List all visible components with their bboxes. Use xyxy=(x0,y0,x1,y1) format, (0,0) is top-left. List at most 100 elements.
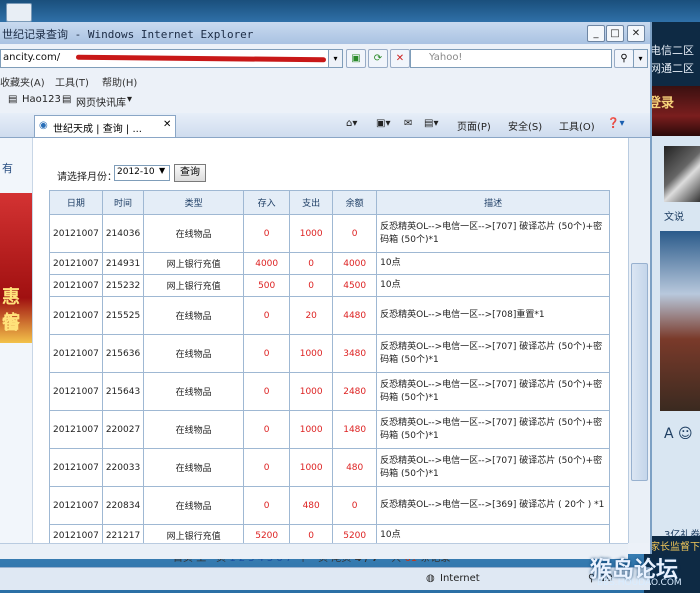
rss-icon[interactable]: ▣▾ xyxy=(376,118,390,129)
vertical-scrollbar[interactable] xyxy=(628,138,649,543)
table-row: 20121007 214931 网上银行充值 4000 0 4000 10点 xyxy=(49,252,611,275)
fav-webslice-icon[interactable]: ▤ xyxy=(62,94,71,105)
table-row: 20121007 215525 在线物品 0 20 4480 反恐精英OL-->电信一区--… xyxy=(49,296,611,335)
footer-text: 家长监督下 xyxy=(650,542,700,553)
month-select[interactable]: 2012-10 ▼ xyxy=(114,165,170,181)
table-cell: 0 xyxy=(243,334,291,373)
column-header: 描述 xyxy=(376,190,611,215)
app-icon[interactable] xyxy=(6,3,32,22)
query-button[interactable]: 查询 xyxy=(174,164,206,182)
table-cell: 0 xyxy=(243,448,291,487)
table-row: 20121007 214036 在线物品 0 1000 0 反恐精英OL-->电信一区-->… xyxy=(49,214,611,253)
table-cell: 480 xyxy=(332,448,378,487)
search-icon[interactable]: ⚲ xyxy=(614,49,634,68)
print-icon[interactable]: ▤▾ xyxy=(424,118,438,129)
server-item-2[interactable]: 网通二区 xyxy=(650,60,694,76)
compat-icon[interactable]: ▣ xyxy=(346,49,366,68)
table-cell: 0 xyxy=(289,274,334,297)
table-cell: 在线物品 xyxy=(143,486,245,525)
horizontal-scrollbar[interactable] xyxy=(0,543,628,559)
menu-cmd-tools[interactable]: 工具(O) xyxy=(559,118,595,133)
help-icon[interactable]: ❓▾ xyxy=(607,118,624,129)
game-image xyxy=(660,231,700,411)
server-item-1[interactable]: 电信二区 xyxy=(650,42,694,58)
menu-bar: 收藏夹(A) 工具(T) 帮助(H) xyxy=(0,71,650,89)
fav-webslice[interactable]: 网页快讯库 xyxy=(76,94,126,109)
maximize-button[interactable]: □ xyxy=(606,25,624,42)
table-cell: 20121007 xyxy=(49,274,103,297)
stop-icon[interactable]: ✕ xyxy=(390,49,410,68)
left-column: 有 惠香 倌 xyxy=(0,138,33,543)
mail-icon[interactable]: ✉ xyxy=(404,118,412,129)
table-cell: 214931 xyxy=(101,252,145,275)
address-dropdown[interactable]: ▾ xyxy=(328,49,343,68)
table-cell: 0 xyxy=(243,486,291,525)
table-row: 20121007 220027 在线物品 0 1000 1480 反恐精英OL-->电信一区… xyxy=(49,410,611,449)
window-title: 世纪记录查询 - Windows Internet Explorer xyxy=(2,28,254,41)
table-cell: 反恐精英OL-->电信一区-->[708]重置*1 xyxy=(376,296,611,335)
menu-tools[interactable]: 工具(T) xyxy=(55,74,89,89)
table-cell: 网上银行充值 xyxy=(143,252,245,275)
menu-help[interactable]: 帮助(H) xyxy=(102,74,137,89)
left-label: 有 xyxy=(2,162,13,175)
font-icon[interactable]: A ☺ xyxy=(664,426,693,442)
menu-safety[interactable]: 安全(S) xyxy=(508,118,542,133)
address-bar-row: ancity.com/ ▾ ▣ ⟳ ✕ Yahoo! ⚲ ▾ xyxy=(0,47,650,69)
close-button[interactable]: ✕ xyxy=(627,25,645,42)
login-banner[interactable]: 登录 xyxy=(644,86,700,136)
table-cell: 反恐精英OL-->电信一区-->[707] 破译芯片 (50个)+密码箱 (50… xyxy=(376,448,611,487)
promo-text-2: 倌 xyxy=(2,312,20,333)
table-cell: 220033 xyxy=(101,448,145,487)
scroll-thumb[interactable] xyxy=(631,263,648,481)
table-cell: 反恐精英OL-->电信一区-->[707] 破译芯片 (50个)+密码箱 (50… xyxy=(376,410,611,449)
table-cell: 网上银行充值 xyxy=(143,274,245,297)
title-bar: 世纪记录查询 - Windows Internet Explorer _ □ ✕ xyxy=(0,22,650,44)
table-cell: 215232 xyxy=(101,274,145,297)
month-label: 请选择月份： xyxy=(57,172,117,183)
month-value: 2012-10 xyxy=(117,167,155,177)
search-input[interactable]: Yahoo! xyxy=(410,49,612,68)
refresh-icon[interactable]: ⟳ xyxy=(368,49,388,68)
table-cell: 反恐精英OL-->电信一区-->[707] 破译芯片 (50个)+密码箱 (50… xyxy=(376,214,611,253)
table-cell: 在线物品 xyxy=(143,214,245,253)
table-cell: 215636 xyxy=(101,334,145,373)
chevron-down-icon[interactable]: ▾ xyxy=(127,94,132,105)
table-cell: 反恐精英OL-->电信一区-->[369] 破译芯片 ( 20个 ) *1 xyxy=(376,486,611,525)
tab-active[interactable]: ◉ 世纪天成 | 查询 | ... ✕ xyxy=(34,115,176,137)
ie-window: 世纪记录查询 - Windows Internet Explorer _ □ ✕… xyxy=(0,22,652,590)
table-cell: 1000 xyxy=(289,410,334,449)
menu-page[interactable]: 页面(P) xyxy=(457,118,491,133)
favorites-bar: ▤ Hao123 ▤ 网页快讯库 ▾ xyxy=(0,90,650,111)
tab-title: 世纪天成 | 查询 | ... xyxy=(53,124,142,135)
table-cell: 0 xyxy=(243,410,291,449)
table-cell: 4000 xyxy=(332,252,378,275)
fav-hao123-icon[interactable]: ▤ xyxy=(8,94,17,105)
table-cell: 20121007 xyxy=(49,410,103,449)
tab-bar: ◉ 世纪天成 | 查询 | ... ✕ xyxy=(0,113,650,138)
table-cell: 在线物品 xyxy=(143,448,245,487)
table-cell: 在线物品 xyxy=(143,410,245,449)
table-cell: 1000 xyxy=(289,372,334,411)
table-cell: 20121007 xyxy=(49,252,103,275)
table-row: 20121007 215232 网上银行充值 500 0 4500 10点 xyxy=(49,274,611,297)
menu-favorites[interactable]: 收藏夹(A) xyxy=(0,74,45,89)
table-cell: 在线物品 xyxy=(143,296,245,335)
table-cell: 1480 xyxy=(332,410,378,449)
table-cell: 4500 xyxy=(332,274,378,297)
table-cell: 215643 xyxy=(101,372,145,411)
promo-banner[interactable]: 惠香 倌 xyxy=(0,193,32,343)
home-icon[interactable]: ⌂▾ xyxy=(346,118,357,129)
search-dropdown[interactable]: ▾ xyxy=(633,49,648,68)
table-cell: 4480 xyxy=(332,296,378,335)
minimize-button[interactable]: _ xyxy=(587,25,605,42)
table-row: 20121007 220033 在线物品 0 1000 480 反恐精英OL-->电信一区-… xyxy=(49,448,611,487)
close-tab-icon[interactable]: ✕ xyxy=(163,119,171,130)
table-cell: 0 xyxy=(289,252,334,275)
table-cell: 0 xyxy=(243,372,291,411)
avatar[interactable] xyxy=(664,146,700,202)
fav-hao123[interactable]: Hao123 xyxy=(22,94,61,105)
table-cell: 500 xyxy=(243,274,291,297)
address-field[interactable]: ancity.com/ xyxy=(0,49,342,68)
table-row: 20121007 215643 在线物品 0 1000 2480 反恐精英OL-->电信一区… xyxy=(49,372,611,411)
table-cell: 20121007 xyxy=(49,486,103,525)
